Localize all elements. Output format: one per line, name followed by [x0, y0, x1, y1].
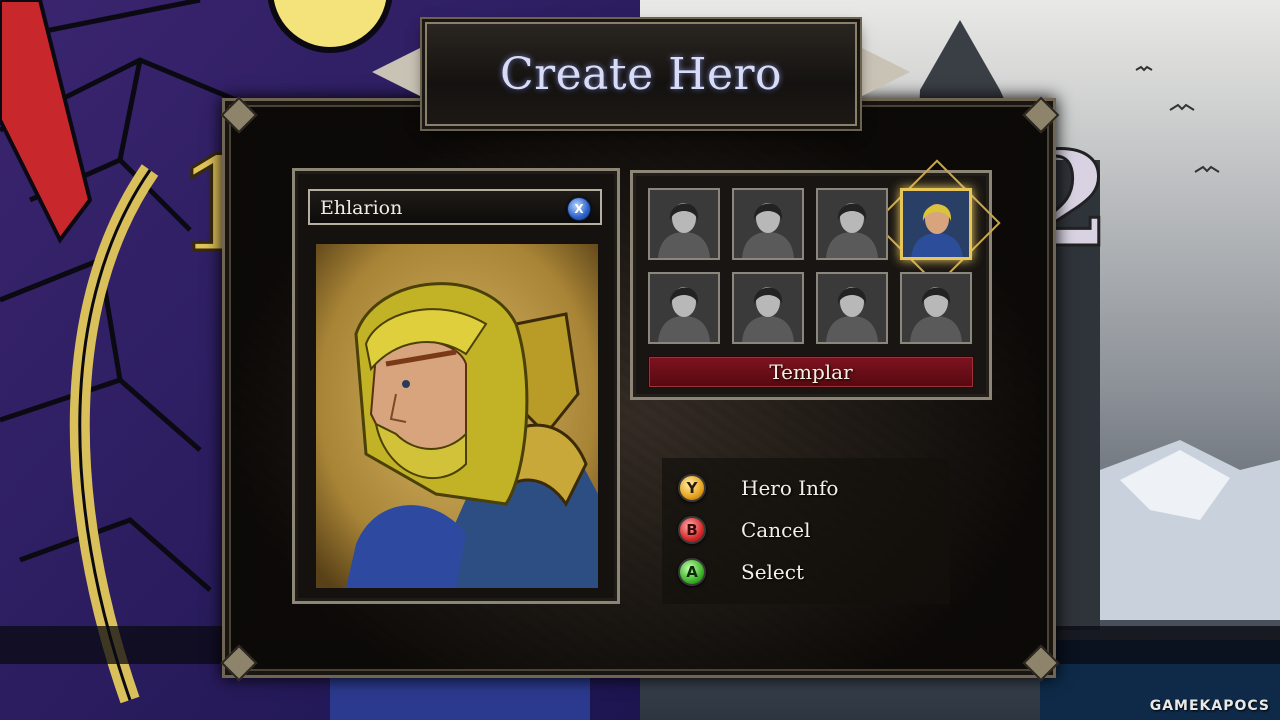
hooded-rogue-icon[interactable]	[648, 188, 720, 260]
selected-class-bar: Templar	[648, 356, 974, 388]
hero-portrait	[316, 244, 598, 588]
hooded-woman-icon[interactable]	[816, 272, 888, 344]
watermark: GAMEKAPOCS	[1149, 698, 1270, 714]
armored-woman-icon[interactable]	[900, 272, 972, 344]
page-title: Create Hero	[499, 48, 783, 100]
select-label: Select	[741, 560, 805, 584]
hero-info-label: Hero Info	[741, 476, 839, 500]
y-button-icon: Y	[678, 474, 706, 502]
b-button-icon: B	[678, 516, 706, 544]
title-wing-left	[372, 44, 428, 100]
barbarian-icon[interactable]	[732, 188, 804, 260]
select-action[interactable]: A Select	[678, 557, 804, 587]
templar-icon[interactable]	[900, 188, 972, 260]
title-plate: Create Hero	[425, 22, 857, 126]
hero-name-text: Ehlarion	[320, 197, 403, 219]
a-button-icon: A	[678, 558, 706, 586]
cancel-label: Cancel	[741, 518, 811, 542]
x-button-icon[interactable]: X	[567, 197, 591, 221]
masked-assassin-icon[interactable]	[648, 272, 720, 344]
hero-info-action[interactable]: Y Hero Info	[678, 473, 838, 503]
hero-name-field[interactable]: Ehlarion X	[308, 189, 602, 225]
title-wing-right	[854, 44, 910, 100]
hooded-warrior-icon[interactable]	[816, 188, 888, 260]
cancel-action[interactable]: B Cancel	[678, 515, 811, 545]
archer-woman-icon[interactable]	[732, 272, 804, 344]
selected-class-label: Templar	[769, 360, 853, 384]
